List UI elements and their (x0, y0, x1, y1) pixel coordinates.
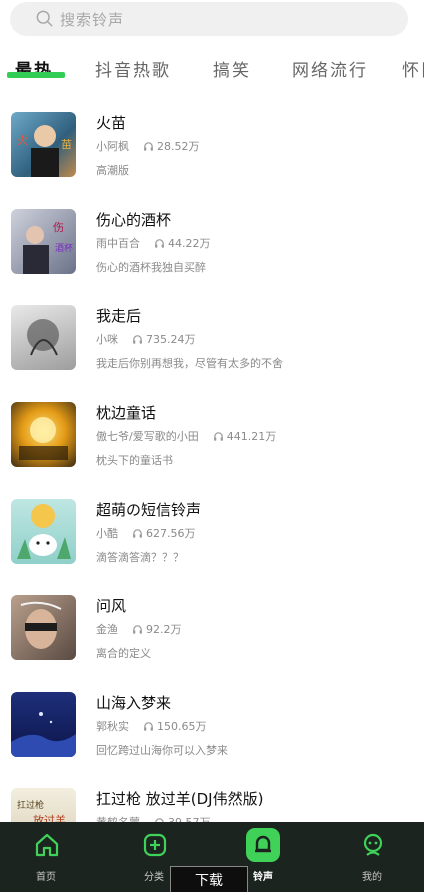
headphones-icon (133, 528, 142, 538)
song-meta: 雨中百合 44.22万 (96, 235, 211, 251)
tab-douyin[interactable]: 抖音热歌 (95, 56, 171, 81)
song-item[interactable]: 枕边童话 傲七爷/爱写歌的小田 441.21万 枕头下的童话书 (0, 386, 424, 482)
song-title: 火苗 (96, 114, 127, 132)
song-title: 问风 (96, 597, 127, 615)
song-plays: 92.2万 (146, 623, 182, 636)
song-desc: 离合的定义 (96, 647, 151, 660)
tab-nostalgia[interactable]: 怀旧 (402, 56, 424, 81)
song-plays: 627.56万 (146, 527, 196, 540)
song-cover: 火 苗 (11, 112, 76, 177)
ringtone-bell-shape (255, 835, 271, 853)
song-cover (11, 499, 76, 564)
nav-home-label: 首页 (36, 872, 56, 883)
headphones-icon (144, 141, 153, 151)
home-icon (35, 833, 59, 857)
song-cover (11, 595, 76, 660)
category-tabs: 最热 抖音热歌 搞笑 网络流行 怀旧 (0, 50, 424, 86)
profile-icon (363, 833, 383, 856)
svg-text:伤: 伤 (53, 221, 64, 234)
song-meta: 郭秋实 150.65万 (96, 718, 207, 734)
cover-art (27, 319, 59, 356)
headphones-icon (155, 238, 164, 248)
cover-art: 火 苗 (17, 125, 72, 177)
song-desc: 枕头下的童话书 (96, 454, 173, 467)
song-desc: 滴答滴答滴？？？ (96, 551, 184, 564)
cover-art (11, 712, 76, 757)
song-desc: 我走后你别再想我，尽管有太多的不舍 (96, 357, 283, 370)
nav-home[interactable]: 首页 (4, 822, 88, 892)
search-icon (36, 10, 53, 27)
nav-mine[interactable]: 我的 (330, 822, 414, 892)
song-desc: 高潮版 (96, 164, 129, 177)
headphones-icon (213, 431, 223, 441)
headphones-icon (133, 334, 142, 344)
song-item[interactable]: 山海入梦来 郭秋实 150.65万 回忆跨过山海你可以入梦来 (0, 676, 424, 772)
song-meta: 小酷 627.56万 (96, 525, 196, 541)
headphones-icon (144, 721, 153, 731)
headphones-icon (133, 624, 142, 634)
svg-text:苗: 苗 (61, 138, 72, 151)
nav-mine-label: 我的 (362, 872, 382, 883)
song-plays: 735.24万 (146, 333, 196, 346)
song-plays: 150.65万 (157, 720, 207, 733)
tab-funny[interactable]: 搞笑 (213, 56, 251, 81)
song-item[interactable]: 我走后 小咪 735.24万 我走后你别再想我，尽管有太多的不舍 (0, 289, 424, 385)
song-meta: 小阿枫 28.52万 (96, 138, 200, 154)
song-title: 伤心的酒杯 (96, 211, 172, 229)
song-desc: 伤心的酒杯我独自买醉 (96, 261, 206, 274)
song-meta: 傲七爷/爱写歌的小田 441.21万 (96, 428, 276, 444)
song-plays: 44.22万 (168, 237, 211, 250)
song-meta: 小咪 735.24万 (96, 331, 196, 347)
svg-text:扛过枪: 扛过枪 (17, 799, 44, 811)
song-item[interactable]: 超萌の短信铃声 小酷 627.56万 滴答滴答滴？？？ (0, 483, 424, 579)
song-cover (11, 305, 76, 370)
song-item[interactable]: 问风 金渔 92.2万 离合的定义 (0, 579, 424, 675)
svg-text:酒杯: 酒杯 (55, 242, 73, 254)
song-artist: 小酷 (96, 527, 118, 540)
svg-text:火: 火 (17, 134, 28, 147)
song-artist: 傲七爷/爱写歌的小田 (96, 430, 199, 443)
ringtone-icon[interactable] (246, 828, 280, 862)
song-artist: 郭秋实 (96, 720, 129, 733)
song-artist: 雨中百合 (96, 237, 140, 250)
cover-art (17, 504, 71, 559)
search-placeholder: 搜索铃声 (60, 10, 125, 29)
song-plays: 441.21万 (226, 430, 277, 443)
song-plays: 28.52万 (157, 140, 200, 153)
song-cover: 伤 酒杯 (11, 209, 76, 274)
song-artist: 小阿枫 (96, 140, 129, 153)
cover-art (19, 417, 68, 460)
search-bar[interactable]: 搜索铃声 (10, 2, 408, 36)
song-item[interactable]: 火 苗 火苗 小阿枫 28.52万 高潮版 (0, 96, 424, 192)
song-cover (11, 402, 76, 467)
song-title: 超萌の短信铃声 (96, 501, 202, 519)
tab-internet-popular[interactable]: 网络流行 (292, 56, 368, 81)
song-artist: 金渔 (96, 623, 118, 636)
active-tab-indicator (7, 72, 65, 78)
cover-art (20, 601, 62, 649)
song-title: 枕边童话 (96, 404, 157, 422)
song-title: 我走后 (96, 307, 142, 325)
download-button[interactable]: 下载 (170, 866, 248, 892)
song-item[interactable]: 伤 酒杯 伤心的酒杯 雨中百合 44.22万 伤心的酒杯我独自买醉 (0, 193, 424, 289)
cover-art: 伤 酒杯 (23, 221, 73, 274)
song-desc: 回忆跨过山海你可以入梦来 (96, 744, 228, 757)
song-title: 扛过枪 放过羊(DJ伟然版) (96, 790, 264, 808)
song-artist: 小咪 (96, 333, 118, 346)
song-title: 山海入梦来 (96, 694, 172, 712)
plus-square-icon (143, 833, 167, 857)
song-meta: 金渔 92.2万 (96, 621, 182, 637)
song-cover (11, 692, 76, 757)
